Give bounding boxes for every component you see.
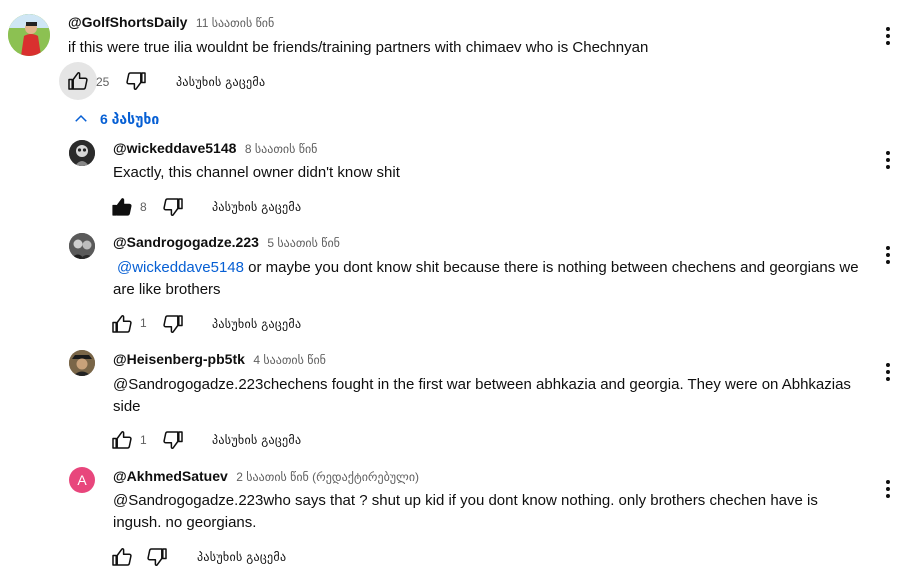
thumb-up-icon — [110, 428, 134, 452]
avatar[interactable] — [8, 14, 50, 56]
like-count: 8 — [140, 200, 147, 214]
comment-timestamp[interactable]: 5 საათის წინ — [267, 236, 340, 250]
avatar[interactable] — [69, 350, 95, 376]
chevron-up-icon — [75, 114, 87, 122]
comment-timestamp[interactable]: 2 საათის წინ (რედაქტირებული) — [236, 470, 419, 484]
comment-timestamp[interactable]: 4 საათის წინ — [253, 353, 326, 367]
replies-toggle-label: 6 პასუხი — [100, 110, 160, 127]
comment-author[interactable]: @Heisenberg-pb5tk — [113, 351, 245, 367]
dislike-button[interactable] — [160, 311, 186, 337]
avatar[interactable] — [69, 233, 95, 259]
avatar[interactable] — [69, 140, 95, 166]
like-button[interactable] — [109, 311, 135, 337]
avatar-letter: A — [77, 472, 87, 488]
thumb-down-icon — [124, 69, 148, 93]
replies-toggle[interactable]: 6 პასუხი — [72, 110, 159, 128]
like-button[interactable] — [109, 194, 135, 220]
avatar[interactable]: A — [69, 467, 95, 493]
thumb-up-icon — [110, 312, 134, 336]
thumb-up-icon — [110, 545, 134, 569]
like-count: 1 — [140, 316, 147, 330]
thumb-down-icon — [145, 545, 169, 569]
like-button[interactable] — [109, 544, 135, 570]
more-actions-icon[interactable] — [876, 148, 900, 172]
dislike-button[interactable] — [144, 544, 170, 570]
comment-author[interactable]: @Sandrogogadze.223 — [113, 234, 259, 250]
like-count: 25 — [96, 75, 110, 89]
reply-button[interactable]: პასუხის გაცემა — [212, 432, 301, 448]
thumb-up-filled-icon — [110, 195, 134, 219]
comment-text: @Sandrogogadze.223who says that ? shut u… — [113, 492, 818, 531]
thumb-down-icon — [161, 428, 185, 452]
reply-button[interactable]: პასუხის გაცემა — [176, 74, 265, 90]
like-button[interactable] — [109, 427, 135, 453]
dislike-button[interactable] — [160, 194, 186, 220]
reply-button[interactable]: პასუხის გაცემა — [212, 199, 301, 215]
like-count: 1 — [140, 433, 147, 447]
comment-text: @Sandrogogadze.223chechens fought in the… — [113, 376, 851, 415]
thumb-down-icon — [161, 195, 185, 219]
comment-text: Exactly, this channel owner didn't know … — [113, 164, 400, 181]
dislike-button[interactable] — [123, 68, 149, 94]
reply-button[interactable]: პასუხის გაცემა — [197, 549, 286, 565]
like-button[interactable] — [65, 68, 91, 94]
comment-timestamp[interactable]: 11 საათის წინ — [196, 16, 274, 30]
comment-author[interactable]: @GolfShortsDaily — [68, 14, 187, 30]
dislike-button[interactable] — [160, 427, 186, 453]
more-actions-icon[interactable] — [876, 24, 900, 48]
more-actions-icon[interactable] — [876, 243, 900, 267]
comment-author[interactable]: @wickeddave5148 — [113, 140, 236, 156]
comment-text: @wickeddave5148 or maybe you dont know s… — [113, 257, 863, 301]
comment-text: if this were true ilia wouldnt be friend… — [68, 39, 649, 56]
mention-link[interactable]: @wickeddave5148 — [117, 259, 244, 276]
more-actions-icon[interactable] — [876, 360, 900, 384]
thumb-up-icon — [66, 69, 90, 93]
reply-button[interactable]: პასუხის გაცემა — [212, 316, 301, 332]
comment-author[interactable]: @AkhmedSatuev — [113, 468, 228, 484]
thumb-down-icon — [161, 312, 185, 336]
comment-timestamp[interactable]: 8 საათის წინ — [245, 142, 318, 156]
more-actions-icon[interactable] — [876, 477, 900, 501]
